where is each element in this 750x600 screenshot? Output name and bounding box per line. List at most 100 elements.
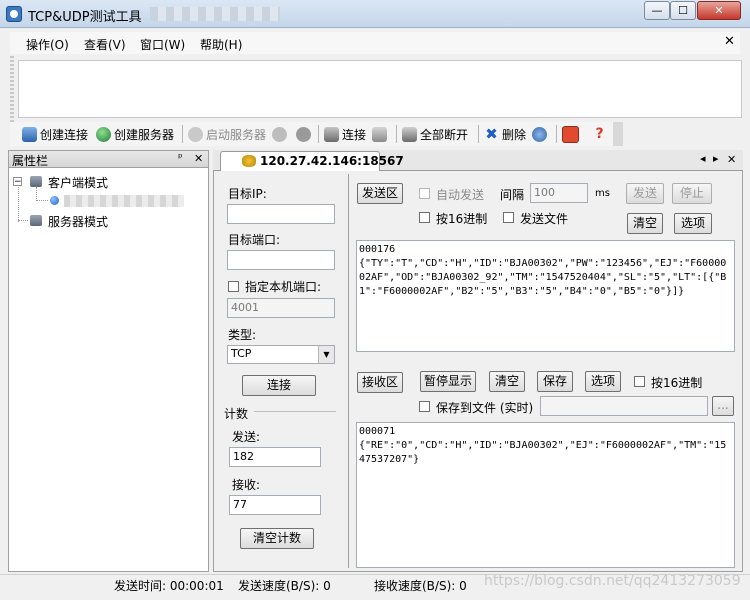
send-textarea[interactable]: 000176 {"TY":"T","CD":"H","ID":"BJA00302…	[356, 240, 735, 352]
auto-send-checkbox[interactable]	[419, 188, 430, 199]
red-question-icon: ?	[595, 125, 604, 142]
window-title: TCP&UDP测试工具	[28, 10, 142, 25]
tree-collapse-icon[interactable]: −	[13, 177, 22, 187]
status-send-time: 发送时间: 00:00:01	[114, 579, 224, 593]
menu-window[interactable]: 窗口(W)	[140, 36, 185, 53]
send-hex-checkbox[interactable]	[419, 212, 430, 223]
toolbar-separator	[318, 125, 319, 143]
target-port-input[interactable]	[227, 250, 335, 270]
tree-line	[36, 200, 48, 201]
start-server-label: 启动服务器	[206, 127, 267, 142]
recv-clear-button[interactable]: 清空	[489, 371, 525, 392]
delete-label: 删除	[502, 127, 527, 142]
recv-area-button[interactable]: 接收区	[357, 372, 403, 393]
chevron-down-icon[interactable]: ▼	[318, 346, 334, 363]
computer-icon	[30, 176, 42, 187]
about-button[interactable]	[562, 125, 582, 143]
connect-label: 连接	[342, 127, 367, 142]
red-square-icon	[562, 125, 579, 143]
unplug-icon	[402, 126, 417, 142]
computer-icon	[30, 215, 42, 226]
pause-display-button[interactable]: 暂停显示	[420, 371, 476, 392]
target-port-label: 目标端口:	[228, 233, 281, 247]
mdi-client-area	[18, 60, 742, 118]
menu-operate[interactable]: 操作(O)	[26, 36, 69, 53]
start-server-button[interactable]: 启动服务器	[188, 125, 266, 143]
recv-textarea[interactable]: 000071 {"RE":"0","CD":"H","ID":"BJA00302…	[356, 422, 735, 568]
connect-form-button[interactable]: 连接	[242, 375, 316, 396]
disconnect-all-button[interactable]: 全部断开	[402, 125, 468, 143]
auto-send-label: 自动发送	[436, 188, 485, 202]
mdi-close-icon[interactable]: ✕	[724, 34, 735, 49]
delete-button[interactable]: ✖ 删除	[484, 125, 526, 143]
count-group-line	[254, 411, 336, 412]
menu-help[interactable]: 帮助(H)	[200, 36, 242, 53]
create-server-label: 创建服务器	[114, 127, 175, 142]
send-file-label: 发送文件	[520, 212, 569, 226]
property-panel-title: 属性栏	[12, 154, 49, 168]
pin-icon[interactable]: ᵖ	[178, 151, 183, 164]
link-status-icon	[242, 155, 256, 167]
send-clear-button[interactable]: 清空	[627, 213, 663, 234]
toolbar-separator	[182, 125, 183, 143]
tab-prev-icon[interactable]: ◂	[700, 152, 706, 165]
status-send-speed: 发送速度(B/S): 0	[238, 579, 331, 593]
settings-button[interactable]	[532, 125, 550, 143]
tree-connection-redacted[interactable]	[64, 195, 184, 207]
local-port-checkbox[interactable]	[228, 281, 239, 292]
tree-line	[18, 187, 19, 222]
disconnect-icon	[372, 126, 387, 142]
create-connection-label: 创建连接	[40, 127, 89, 142]
tab-next-icon[interactable]: ▸	[713, 152, 719, 165]
save-file-path-input[interactable]	[540, 396, 708, 416]
property-panel	[8, 150, 209, 572]
send-hex-label: 按16进制	[436, 212, 488, 226]
recv-save-button[interactable]: 保存	[537, 371, 573, 392]
disconnect-button[interactable]	[372, 125, 390, 143]
recv-count-field[interactable]: 77	[229, 495, 321, 515]
stop-icon	[296, 126, 311, 142]
help-button[interactable]: ?	[592, 125, 610, 143]
send-count-field[interactable]: 182	[229, 447, 321, 467]
tab-connection-label: 120.27.42.146:18567	[260, 154, 404, 168]
close-button[interactable]: ✕	[697, 1, 741, 20]
maximize-button[interactable]: ☐	[670, 1, 696, 20]
panel-close-icon[interactable]: ✕	[194, 152, 203, 165]
stop-send-button[interactable]: 停止	[672, 183, 712, 204]
disconnect-all-label: 全部断开	[420, 127, 469, 142]
gear-icon	[532, 126, 547, 142]
send-options-button[interactable]: 选项	[674, 213, 712, 234]
send-button[interactable]: 发送	[626, 183, 664, 204]
send-file-checkbox[interactable]	[503, 212, 514, 223]
recv-hex-label: 按16进制	[651, 376, 703, 390]
menu-view[interactable]: 查看(V)	[84, 36, 126, 53]
save-to-file-checkbox[interactable]	[419, 401, 430, 412]
toolbar-separator	[556, 125, 557, 143]
create-connection-button[interactable]: 创建连接	[22, 125, 88, 143]
interval-label: 间隔	[500, 188, 525, 202]
globe-server-icon	[96, 126, 111, 142]
status-recv-speed: 接收速度(B/S): 0	[374, 579, 467, 593]
stop-button[interactable]	[296, 125, 314, 143]
connect-icon	[324, 126, 339, 142]
connect-button[interactable]: 连接	[324, 125, 366, 143]
create-server-button[interactable]: 创建服务器	[96, 125, 174, 143]
recv-hex-checkbox[interactable]	[634, 376, 645, 387]
local-port-label: 指定本机端口:	[245, 280, 322, 294]
tab-close-icon[interactable]: ✕	[727, 153, 736, 166]
tree-client-mode[interactable]: 客户端模式	[48, 174, 108, 191]
recv-options-button[interactable]: 选项	[585, 371, 621, 392]
local-port-input[interactable]: 4001	[227, 298, 335, 318]
browse-button[interactable]: ...	[712, 396, 734, 416]
tree-server-mode[interactable]: 服务器模式	[48, 213, 108, 230]
connection-icon	[22, 126, 37, 142]
send-area-button[interactable]: 发送区	[357, 183, 403, 204]
toolbar-separator	[478, 125, 479, 143]
tree-line	[18, 220, 28, 221]
clear-count-button[interactable]: 清空计数	[240, 528, 314, 549]
target-ip-input[interactable]	[227, 204, 335, 224]
stop-server-button[interactable]	[272, 125, 290, 143]
minimize-button[interactable]: —	[644, 1, 670, 20]
interval-input[interactable]: 100	[530, 183, 588, 203]
toolbar-overflow[interactable]	[613, 122, 623, 146]
